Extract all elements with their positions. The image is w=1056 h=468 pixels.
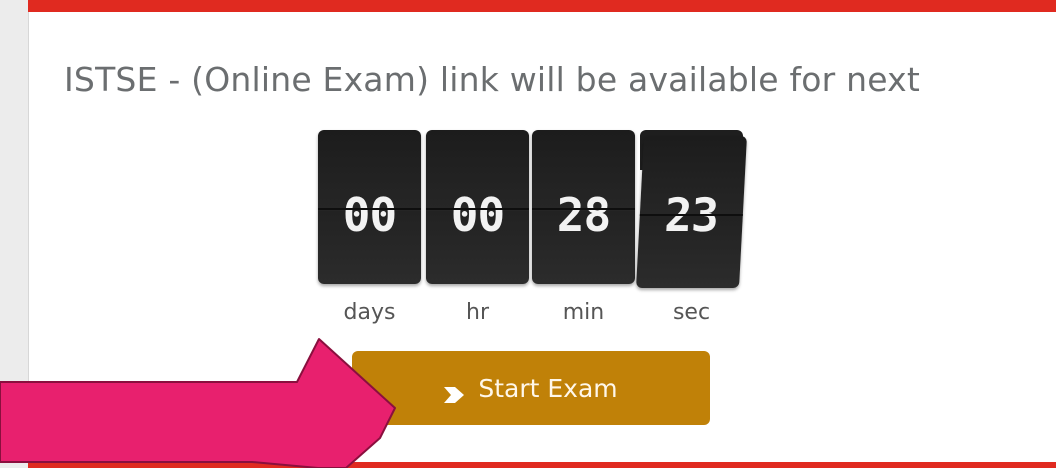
chevron-right-icon bbox=[444, 380, 465, 403]
start-exam-label: Start Exam bbox=[478, 373, 618, 403]
top-red-border bbox=[28, 0, 1056, 12]
bottom-red-border bbox=[28, 462, 1056, 468]
countdown-days-card: 00 bbox=[318, 130, 421, 284]
countdown-seconds-value: 23 bbox=[663, 188, 720, 242]
countdown-minutes-card: 28 bbox=[532, 130, 635, 284]
countdown-days-label: days bbox=[343, 300, 396, 325]
start-exam-button[interactable]: Start Exam bbox=[352, 351, 710, 425]
countdown-seconds-label: sec bbox=[672, 300, 711, 325]
countdown-hours-card: 00 bbox=[426, 130, 529, 284]
availability-message: ISTSE - (Online Exam) link will be avail… bbox=[64, 60, 921, 99]
countdown-hours-value: 00 bbox=[450, 188, 505, 242]
countdown-labels: days hr min sec bbox=[318, 300, 748, 336]
countdown-days-value: 00 bbox=[342, 188, 397, 242]
countdown-timer: 00 00 28 23 bbox=[318, 130, 748, 290]
countdown-seconds-card: 23 bbox=[636, 136, 747, 288]
countdown-minutes-value: 28 bbox=[556, 188, 611, 242]
countdown-hours-label: hr bbox=[466, 300, 489, 325]
countdown-minutes-label: min bbox=[562, 300, 605, 325]
